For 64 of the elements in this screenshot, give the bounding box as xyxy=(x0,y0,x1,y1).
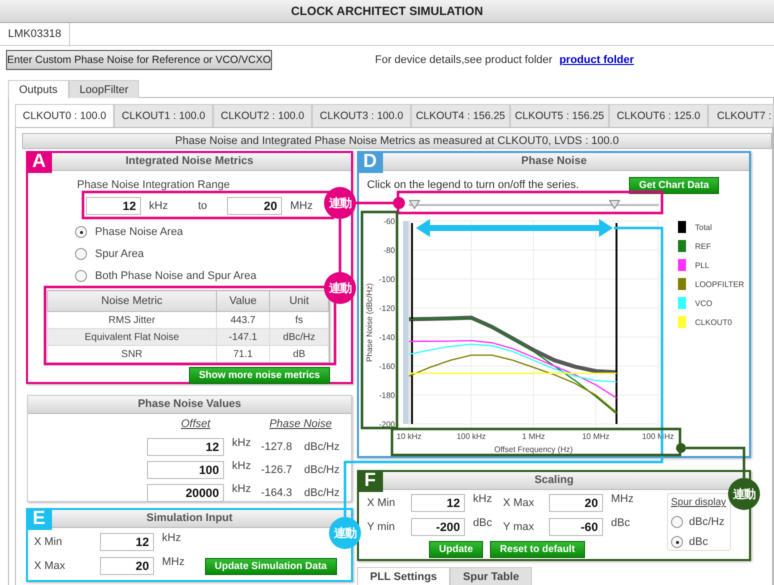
unit-label: kHz xyxy=(149,200,168,212)
field-label: X Min xyxy=(367,496,396,508)
unit-label: kHz xyxy=(232,483,251,495)
y-tick-label: -120 xyxy=(378,304,395,313)
annotation-letter: E xyxy=(26,508,52,530)
unit-label: kHz xyxy=(473,493,492,505)
unit-label: kHz xyxy=(232,437,251,449)
unit-label: dBc/Hz xyxy=(304,464,340,476)
y-tick-label: -160 xyxy=(378,362,395,371)
table-cell: -147.1 xyxy=(216,328,270,346)
unit-label: kHz xyxy=(162,532,181,544)
unit-label: dBc xyxy=(473,517,492,529)
group-title: Spur display xyxy=(671,497,726,508)
table-cell: dBc/Hz xyxy=(270,328,328,346)
to-label: to xyxy=(198,200,208,212)
noise-value: -126.7 xyxy=(260,464,292,476)
y-axis-title: Phase Noise (dBc/Hz) xyxy=(365,283,374,362)
unit-label: MHz xyxy=(290,200,313,212)
radio-label: dBc xyxy=(689,536,708,548)
column-header: Offset xyxy=(181,418,210,430)
unit-label: dBc xyxy=(611,517,630,529)
field-label: Y min xyxy=(367,520,396,532)
x-tick-label: 10 MHz xyxy=(582,432,610,441)
x-tick-label: 100 kHz xyxy=(456,432,486,441)
range-label: Phase Noise Integration Range xyxy=(77,179,231,191)
legend-hint: Click on the legend to turn on/off the series. xyxy=(367,179,579,191)
x-tick-label: 1 MHz xyxy=(522,432,546,441)
annotation-letter: D xyxy=(357,151,383,173)
radio-label: Spur Area xyxy=(95,248,144,260)
y-tick-label: -100 xyxy=(378,275,395,284)
unit-label: kHz xyxy=(232,460,251,472)
section-header: Phase Noise and Integrated Phase Noise Metrics as measured at CLKOUT0, LVDS : 100.0 xyxy=(22,133,772,149)
radio-label: Both Phase Noise and Spur Area xyxy=(95,270,256,282)
field-label: Y max xyxy=(503,520,535,532)
field-label: X Max xyxy=(33,560,66,572)
device-details-text: For device details,see product folder xyxy=(375,54,552,66)
table-cell: Equivalent Flat Noise xyxy=(48,328,216,346)
table-cell: dB xyxy=(270,346,328,362)
unit-label: dBc/Hz xyxy=(304,441,340,453)
column-header: Value xyxy=(216,290,270,312)
field-label: X Min xyxy=(33,536,64,548)
window-title: CLOCK ARCHITECT SIMULATION xyxy=(0,0,774,23)
column-header: Noise Metric xyxy=(48,290,216,312)
annotation-letter: A xyxy=(26,151,52,173)
unit-label: dBc/Hz xyxy=(304,487,340,499)
y-tick-label: -80 xyxy=(383,246,395,255)
noise-value: -127.8 xyxy=(260,441,292,453)
column-header: Unit xyxy=(270,290,328,312)
noise-value: -164.3 xyxy=(260,487,292,499)
x-tick-label: 10 kHz xyxy=(396,432,422,441)
table-cell: 71.1 xyxy=(216,346,270,362)
annotation-letter: F xyxy=(357,470,383,492)
unit-label: MHz xyxy=(611,493,634,505)
radio-label: Phase Noise Area xyxy=(95,226,184,238)
unit-label: MHz xyxy=(162,556,185,568)
x-axis-title: Offset Frequency (Hz) xyxy=(494,445,573,454)
table-cell: SNR xyxy=(48,346,216,362)
y-tick-label: -140 xyxy=(378,333,395,342)
panel-header: Phase Noise Values xyxy=(28,396,351,414)
y-tick-label: -180 xyxy=(378,391,395,400)
radio-label: dBc/Hz xyxy=(689,516,724,528)
column-header: Phase Noise xyxy=(269,418,332,430)
field-label: X Max xyxy=(503,496,536,508)
y-tick-label: -60 xyxy=(383,217,395,226)
